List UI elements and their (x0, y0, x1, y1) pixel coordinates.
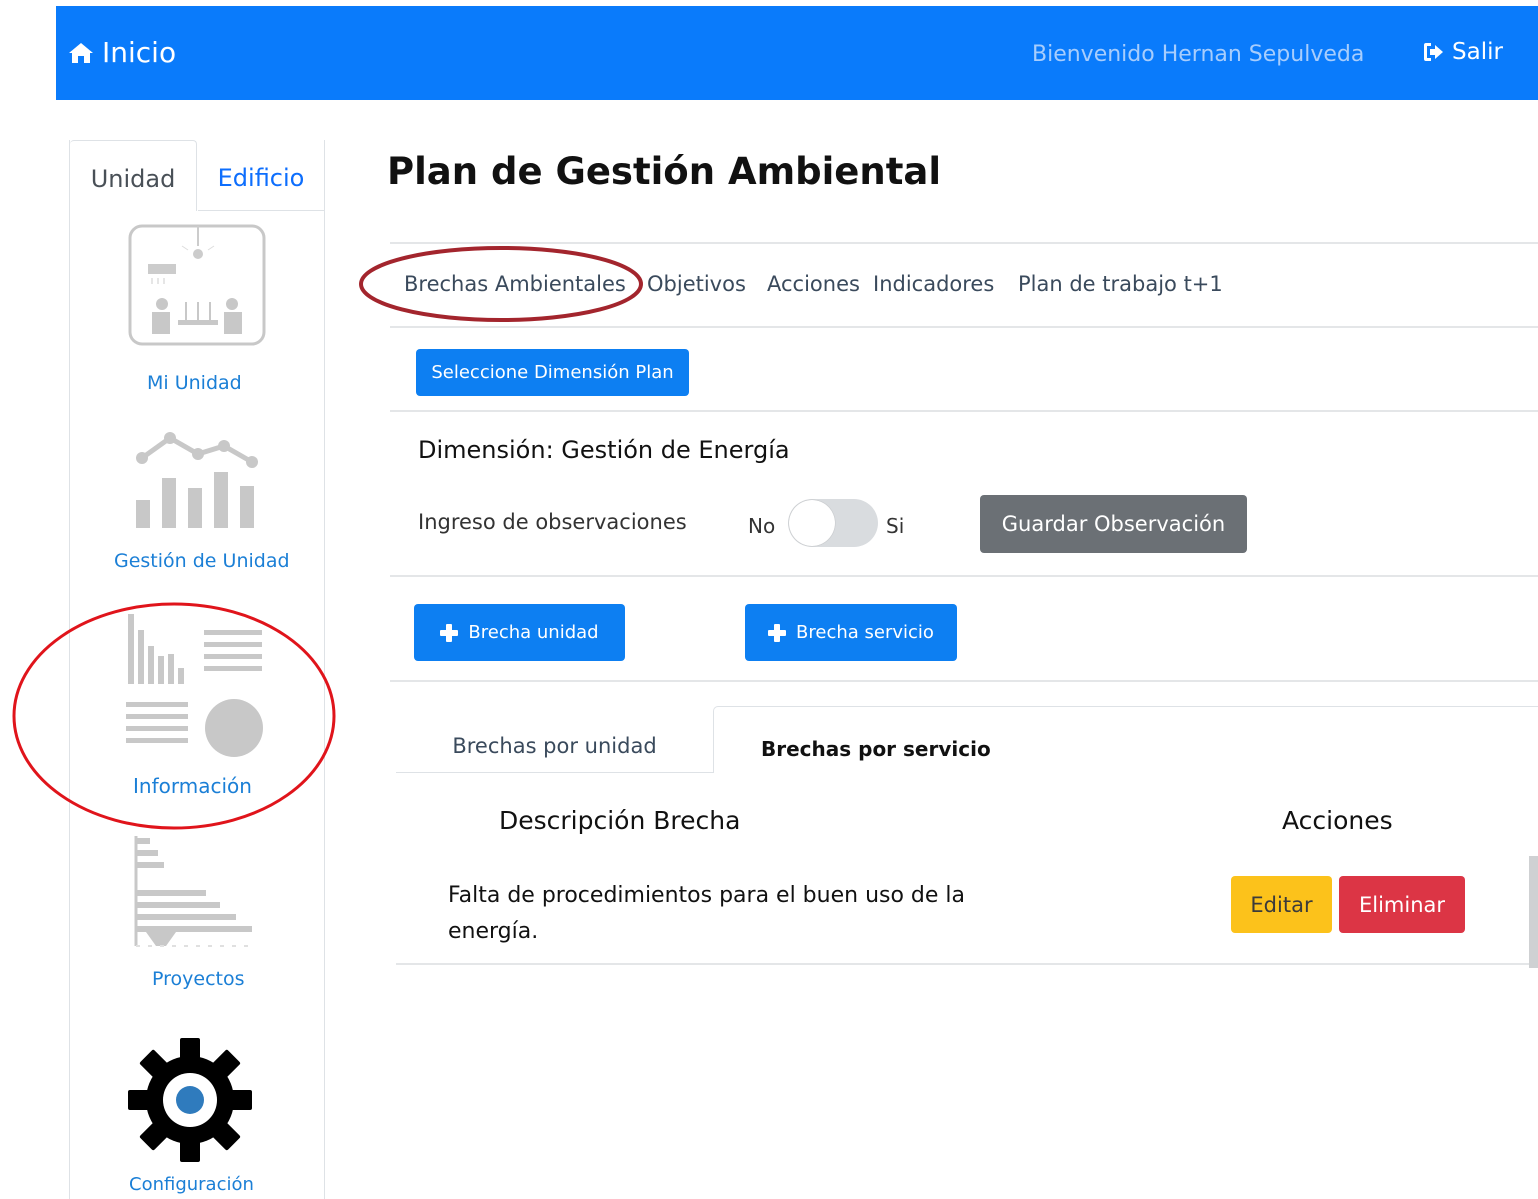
home-link[interactable]: Inicio (68, 36, 176, 69)
gap-tabs: Brechas por unidad Brechas por servicio (396, 706, 1538, 773)
table-row-divider (396, 963, 1538, 965)
subnav-brechas-ambientales[interactable]: Brechas Ambientales (404, 272, 626, 296)
gantt-chart-icon (134, 836, 252, 947)
observation-label: Ingreso de observaciones (418, 510, 687, 534)
sidebar-item-mi-unidad[interactable]: Mi Unidad (70, 224, 324, 404)
select-dimension-button[interactable]: Seleccione Dimensión Plan (416, 349, 689, 396)
add-unit-gap-button[interactable]: Brecha unidad (414, 604, 625, 661)
logout-label: Salir (1452, 39, 1503, 65)
page-title: Plan de Gestión Ambiental (387, 150, 942, 193)
edit-button[interactable]: Editar (1231, 876, 1332, 933)
sidebar-tabs: Unidad Edificio (70, 140, 324, 211)
divider (390, 680, 1538, 682)
logout-button[interactable]: Salir (1422, 39, 1503, 65)
sidebar-item-configuracion[interactable]: Configuración (70, 1036, 324, 1199)
column-header-actions: Acciones (1282, 806, 1393, 835)
sidebar-item-label: Proyectos (152, 968, 245, 990)
sidebar-item-label: Mi Unidad (147, 372, 242, 394)
divider (390, 326, 1538, 328)
save-observation-button[interactable]: Guardar Observación (980, 495, 1247, 553)
logout-icon (1424, 43, 1443, 61)
tab-brechas-por-servicio-label: Brechas por servicio (761, 737, 991, 761)
delete-button[interactable]: Eliminar (1339, 876, 1465, 933)
add-service-gap-label: Brecha servicio (796, 622, 934, 643)
home-link-label: Inicio (102, 36, 177, 69)
sidebar-item-label: Configuración (129, 1174, 254, 1195)
divider (390, 410, 1538, 412)
tab-brechas-por-servicio[interactable]: Brechas por servicio (713, 706, 1538, 773)
toggle-si-label: Si (886, 514, 905, 538)
sidebar: Unidad Edificio Mi Unidad Gestión de Uni… (69, 140, 325, 1199)
gear-icon (128, 1038, 252, 1162)
sidebar-item-informacion[interactable]: Información (70, 610, 324, 800)
divider (390, 242, 1538, 244)
plus-icon (768, 623, 787, 642)
reports-icon (126, 614, 263, 757)
subnav-acciones[interactable]: Acciones (767, 272, 860, 296)
divider (390, 575, 1538, 577)
sidebar-item-label: Gestión de Unidad (114, 550, 290, 572)
scrollbar[interactable] (1529, 856, 1538, 968)
toggle-knob (789, 500, 835, 546)
column-header-description: Descripción Brecha (499, 806, 741, 835)
tab-edificio[interactable]: Edificio (198, 140, 324, 211)
bar-line-chart-icon (136, 432, 258, 528)
subnav-objetivos[interactable]: Objetivos (647, 272, 746, 296)
welcome-text: Bienvenido Hernan Sepulveda (1032, 42, 1365, 67)
tab-unidad[interactable]: Unidad (70, 140, 197, 211)
add-unit-gap-label: Brecha unidad (468, 622, 599, 643)
top-navbar: Inicio Bienvenido Hernan Sepulveda Salir (56, 6, 1538, 100)
plus-icon (440, 623, 459, 642)
observation-toggle[interactable] (788, 499, 878, 547)
dimension-label: Dimensión: Gestión de Energía (418, 436, 790, 464)
sidebar-item-proyectos[interactable]: Proyectos (70, 836, 324, 996)
add-service-gap-button[interactable]: Brecha servicio (745, 604, 957, 661)
toggle-no-label: No (748, 514, 776, 538)
subnav-indicadores[interactable]: Indicadores (873, 272, 994, 296)
sidebar-item-gestion-de-unidad[interactable]: Gestión de Unidad (70, 428, 324, 578)
subnav-plan-de-trabajo[interactable]: Plan de trabajo t+1 (1018, 272, 1223, 296)
gap-description: Falta de procedimientos para el buen uso… (448, 883, 966, 944)
sidebar-item-label: Información (133, 774, 252, 798)
home-icon (69, 42, 93, 63)
tab-brechas-por-unidad[interactable]: Brechas por unidad (396, 706, 713, 773)
meeting-room-icon (128, 224, 266, 346)
